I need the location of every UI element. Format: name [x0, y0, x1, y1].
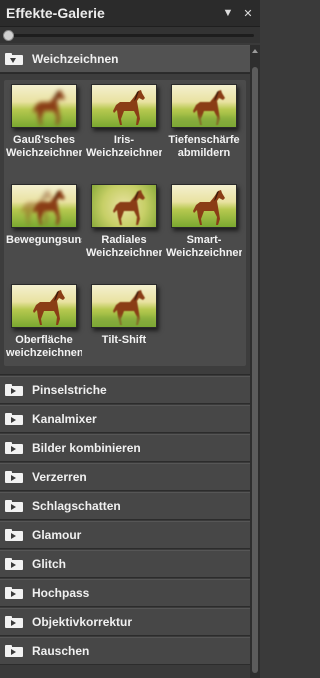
effect-grid: Gauß'sches Weichzeichner Iris- Weichzeichne… [4, 80, 246, 366]
category-label: Verzerren [32, 470, 87, 484]
thumbnail-size-slider[interactable] [0, 27, 260, 43]
category-label: Schlagschatten [32, 499, 121, 513]
scrollbar-thumb[interactable] [252, 67, 258, 673]
category-header[interactable]: Verzerren [0, 463, 250, 491]
effect-label-line2: Weichzeichner [86, 147, 162, 159]
effect-label: Smart- Weichzeichner [166, 234, 242, 260]
effect-thumbnail[interactable] [171, 184, 237, 228]
folder-icon [5, 587, 23, 599]
effect-label-line2: Weichzeichner [86, 247, 162, 259]
category-header[interactable]: Kanalmixer [0, 405, 250, 433]
folder-icon [5, 442, 23, 454]
effect-thumbnail[interactable] [91, 184, 157, 228]
effect-label: Radiales Weichzeichner [86, 234, 162, 260]
effect-label-line1: Smart- [186, 234, 222, 246]
effects-list: Weichzeichnen Gauß'sches Weichzeichner Iri… [0, 45, 250, 678]
category-header[interactable]: Pinselstriche [0, 376, 250, 404]
effect-tile[interactable]: Oberfläche weichzeichnen [6, 280, 82, 360]
effect-label: Tiefenschärfe abmildern [166, 134, 242, 160]
effect-label: Oberfläche weichzeichnen [6, 334, 82, 360]
folder-icon [5, 558, 23, 570]
effect-label: Tilt-Shift [86, 334, 162, 347]
category-header[interactable]: Objektivkorrektur [0, 608, 250, 636]
effect-thumbnail[interactable] [91, 84, 157, 128]
effect-label: Bewegungsunschärfe [6, 234, 82, 247]
effect-label-line1: Gauß'sches [13, 134, 75, 146]
folder-icon [5, 413, 23, 425]
category-header[interactable]: Glitch [0, 550, 250, 578]
category-label: Pinselstriche [32, 383, 107, 397]
effect-label: Gauß'sches Weichzeichner [6, 134, 82, 160]
effect-label-line1: Bewegungsunschärfe [6, 234, 82, 246]
effect-label-line2: abmildern [177, 147, 231, 159]
category-header[interactable]: Bilder kombinieren [0, 434, 250, 462]
category-label: Glitch [32, 557, 67, 571]
effect-thumbnail[interactable] [11, 284, 77, 328]
category-label: Bilder kombinieren [32, 441, 141, 455]
slider-handle[interactable] [3, 30, 14, 41]
effect-thumbnail[interactable] [11, 84, 77, 128]
effect-label-line1: Oberfläche [15, 334, 73, 346]
category-header[interactable]: Hochpass [0, 579, 250, 607]
effect-label-line1: Tiefenschärfe [168, 134, 240, 146]
folder-icon [5, 616, 23, 628]
category-label: Kanalmixer [32, 412, 97, 426]
slider-track[interactable] [8, 34, 254, 37]
effect-tile[interactable]: Smart- Weichzeichner [166, 180, 242, 260]
effect-label-line2: Weichzeichner [166, 247, 242, 259]
category-label: Glamour [32, 528, 82, 542]
effect-thumbnail[interactable] [11, 184, 77, 228]
category-header-weichzeichnen[interactable]: Weichzeichnen [0, 45, 250, 73]
collapsed-categories: Pinselstriche Kanalmixer Bilder kombiniere… [0, 376, 250, 665]
vertical-scrollbar[interactable] [250, 45, 260, 678]
category-label: Objektivkorrektur [32, 615, 133, 629]
effect-tile[interactable]: Tilt-Shift [86, 280, 162, 347]
folder-icon [5, 645, 23, 657]
folder-icon [5, 471, 23, 483]
effect-label-line1: Iris- [113, 134, 135, 146]
effect-label-line2: Weichzeichner [6, 147, 82, 159]
effect-label: Iris- Weichzeichner [86, 134, 162, 160]
folder-icon [5, 500, 23, 512]
folder-icon [5, 384, 23, 396]
effect-tile[interactable]: Bewegungsunschärfe [6, 180, 82, 247]
effect-thumbnail[interactable] [171, 84, 237, 128]
effect-tile[interactable]: Radiales Weichzeichner [86, 180, 162, 260]
effect-tile[interactable]: Tiefenschärfe abmildern [166, 80, 242, 160]
category-label: Hochpass [32, 586, 90, 600]
effect-label-line1: Radiales [101, 234, 147, 246]
effect-gallery: Gauß'sches Weichzeichner Iris- Weichzeichne… [0, 73, 250, 375]
scroll-up-arrow-icon[interactable] [252, 49, 258, 53]
category-header[interactable]: Rauschen [0, 637, 250, 665]
panel-title: Effekte-Galerie [6, 5, 105, 21]
panel-titlebar: Effekte-Galerie ▼ ✕ [0, 0, 260, 27]
folder-icon [5, 529, 23, 541]
effect-thumbnail[interactable] [91, 284, 157, 328]
close-icon[interactable]: ✕ [240, 5, 256, 21]
category-label: Weichzeichnen [32, 52, 119, 66]
category-header[interactable]: Glamour [0, 521, 250, 549]
effect-label-line1: Tilt-Shift [101, 334, 147, 346]
effect-tile[interactable]: Iris- Weichzeichner [86, 80, 162, 160]
folder-open-icon [5, 53, 23, 65]
effect-tile[interactable]: Gauß'sches Weichzeichner [6, 80, 82, 160]
category-label: Rauschen [32, 644, 90, 658]
chevron-down-icon[interactable]: ▼ [220, 5, 236, 21]
category-header[interactable]: Schlagschatten [0, 492, 250, 520]
effect-label-line2: weichzeichnen [6, 347, 82, 359]
